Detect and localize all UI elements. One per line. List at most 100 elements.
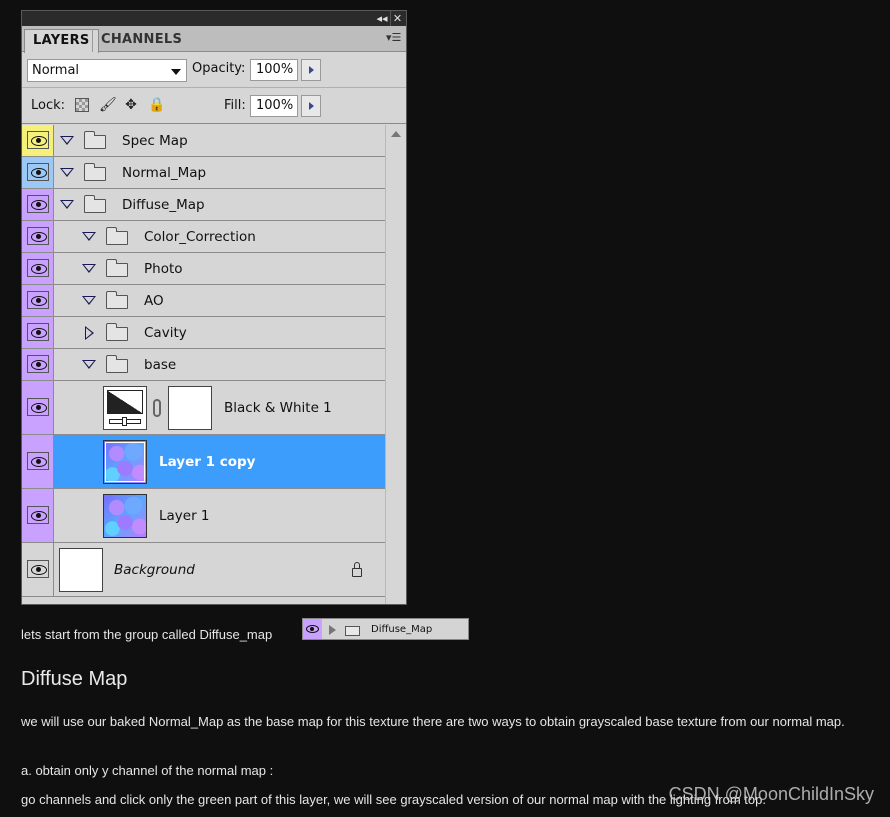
- panel-tabs: LAYERS CHANNELS ▾☰: [22, 26, 406, 53]
- folder-icon: [84, 163, 106, 181]
- panel-menu-icon[interactable]: ▾☰: [386, 31, 402, 45]
- blend-row: Normal Opacity: 100%: [22, 52, 406, 88]
- folder-icon: [345, 626, 360, 636]
- inline-layer-screenshot: Diffuse_Map: [302, 618, 469, 640]
- visibility-toggle[interactable]: [22, 381, 54, 434]
- lock-transparency-icon[interactable]: [75, 98, 89, 112]
- layer-name: AO: [144, 293, 164, 309]
- expand-triangle-icon[interactable]: [82, 360, 96, 369]
- layer-name: Layer 1: [159, 508, 210, 524]
- blend-mode-value: Normal: [32, 63, 80, 78]
- section-heading: Diffuse Map: [21, 668, 128, 690]
- visibility-toggle[interactable]: [22, 489, 54, 542]
- fill-label: Fill:: [224, 98, 246, 113]
- visibility-toggle[interactable]: [22, 349, 54, 380]
- folder-icon: [84, 195, 106, 213]
- fill-stepper-button[interactable]: [301, 95, 321, 117]
- layer-row[interactable]: AO: [22, 285, 386, 317]
- opacity-stepper-button[interactable]: [301, 59, 321, 81]
- visibility-toggle[interactable]: [22, 435, 54, 488]
- layer-mask-thumbnail[interactable]: [168, 386, 212, 430]
- expand-triangle-icon[interactable]: [82, 264, 96, 273]
- link-chain-icon[interactable]: [153, 399, 161, 417]
- eye-icon: [27, 163, 49, 181]
- collapse-triangle-icon: [329, 625, 336, 635]
- paragraph: a. obtain only y channel of the normal m…: [21, 763, 274, 778]
- folder-icon: [106, 323, 128, 341]
- inline-group-name: Diffuse_Map: [371, 624, 433, 635]
- slider-knob-icon: [122, 417, 127, 426]
- layer-row[interactable]: Color_Correction: [22, 221, 386, 253]
- brush-icon[interactable]: 🖌: [99, 97, 117, 113]
- tab-layers[interactable]: LAYERS: [24, 29, 99, 53]
- folder-icon: [106, 355, 128, 373]
- layer-thumbnail[interactable]: [103, 440, 147, 484]
- layer-row-selected[interactable]: Layer 1 copy: [22, 435, 386, 489]
- collapse-icon[interactable]: ◂◂: [375, 11, 389, 26]
- layer-name: Diffuse_Map: [122, 197, 205, 213]
- layer-name: Spec Map: [122, 133, 188, 149]
- adjustment-thumbnail[interactable]: [103, 386, 147, 430]
- expand-triangle-icon[interactable]: [82, 296, 96, 305]
- layer-thumbnail[interactable]: [103, 494, 147, 538]
- eye-icon: [27, 291, 49, 309]
- visibility-toggle[interactable]: [22, 157, 54, 188]
- lock-all-icon[interactable]: 🔒: [148, 97, 165, 113]
- lock-row: Lock: 🖌 ✥ 🔒 Fill: 100%: [22, 88, 406, 124]
- eye-icon: [27, 452, 49, 470]
- layer-row[interactable]: Photo: [22, 253, 386, 285]
- eye-icon: [27, 355, 49, 373]
- move-icon[interactable]: ✥: [123, 97, 139, 113]
- black-white-adjustment-icon: [107, 390, 143, 414]
- opacity-label: Opacity:: [192, 61, 246, 76]
- collapse-triangle-icon[interactable]: [85, 326, 94, 340]
- eye-icon: [27, 323, 49, 341]
- eye-icon: [27, 131, 49, 149]
- fill-input[interactable]: 100%: [250, 95, 298, 117]
- layer-name: Background: [114, 562, 195, 578]
- eye-icon: [27, 259, 49, 277]
- visibility-toggle[interactable]: [22, 285, 54, 316]
- tab-channels[interactable]: CHANNELS: [92, 29, 190, 52]
- visibility-toggle[interactable]: [22, 317, 54, 348]
- layers-scrollbar[interactable]: [385, 125, 406, 604]
- layer-name: base: [144, 357, 177, 373]
- folder-icon: [106, 227, 128, 245]
- folder-icon: [106, 291, 128, 309]
- chevron-down-icon: [171, 69, 181, 75]
- layer-row[interactable]: Black & White 1: [22, 381, 386, 435]
- visibility-toggle[interactable]: [22, 253, 54, 284]
- opacity-input[interactable]: 100%: [250, 59, 298, 81]
- layer-row[interactable]: base: [22, 349, 386, 381]
- layer-name: Photo: [144, 261, 183, 277]
- intro-text: lets start from the group called Diffuse…: [21, 627, 273, 642]
- visibility-toggle[interactable]: [22, 543, 54, 596]
- lock-icon: [352, 562, 362, 577]
- paragraph: we will use our baked Normal_Map as the …: [21, 714, 845, 729]
- layers-list: Spec Map Normal_Map Diffuse_Map Color_Co…: [22, 125, 386, 604]
- layer-name: Cavity: [144, 325, 187, 341]
- visibility-toggle[interactable]: [22, 125, 54, 156]
- close-icon[interactable]: ✕: [390, 11, 404, 26]
- layer-name: Layer 1 copy: [159, 454, 256, 470]
- layer-row[interactable]: Spec Map: [22, 125, 386, 157]
- layer-row[interactable]: Background: [22, 543, 386, 597]
- layer-thumbnail[interactable]: [59, 548, 103, 592]
- scroll-up-arrow-icon[interactable]: [391, 131, 401, 137]
- layer-row[interactable]: Normal_Map: [22, 157, 386, 189]
- expand-triangle-icon[interactable]: [60, 136, 74, 145]
- watermark: CSDN @MoonChildInSky: [668, 784, 874, 804]
- visibility-toggle[interactable]: [22, 221, 54, 252]
- visibility-toggle[interactable]: [22, 189, 54, 220]
- eye-icon: [303, 619, 322, 639]
- expand-triangle-icon[interactable]: [60, 168, 74, 177]
- expand-triangle-icon[interactable]: [82, 232, 96, 241]
- blend-mode-select[interactable]: Normal: [27, 59, 187, 82]
- eye-icon: [27, 398, 49, 416]
- layer-row[interactable]: Cavity: [22, 317, 386, 349]
- layer-row[interactable]: Layer 1: [22, 489, 386, 543]
- expand-triangle-icon[interactable]: [60, 200, 74, 209]
- lock-label: Lock:: [31, 98, 66, 113]
- layers-panel: ◂◂ ✕ LAYERS CHANNELS ▾☰ Normal Opacity: …: [21, 10, 407, 605]
- layer-row[interactable]: Diffuse_Map: [22, 189, 386, 221]
